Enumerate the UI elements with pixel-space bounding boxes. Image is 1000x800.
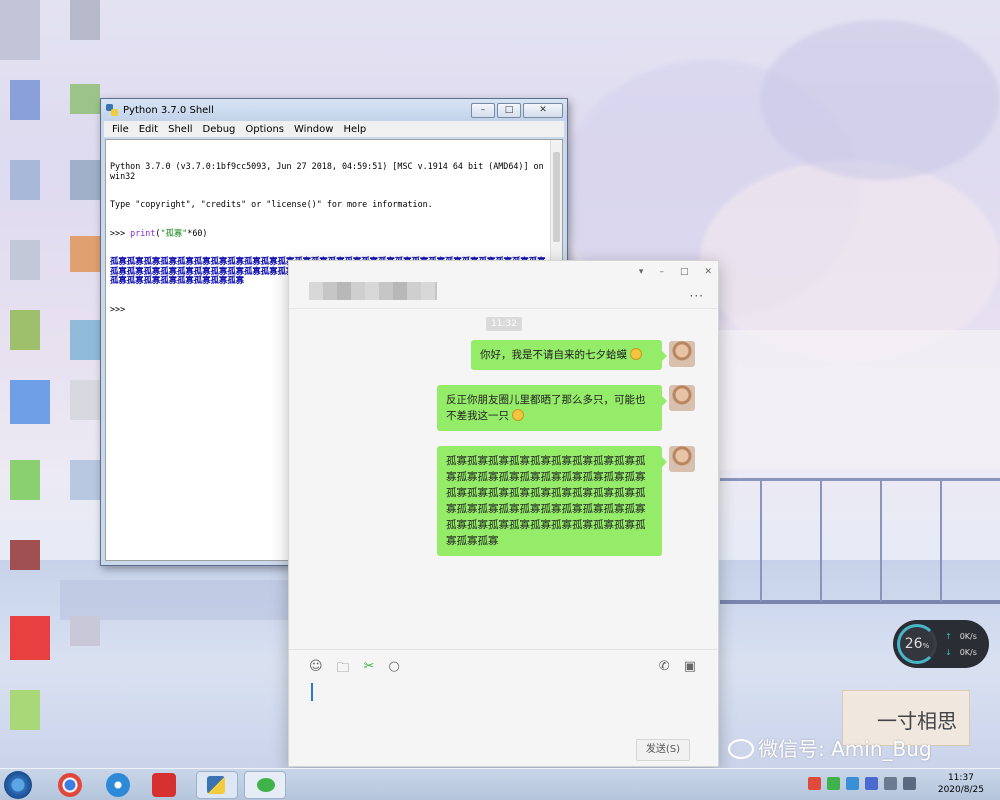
contact-name-blurred <box>309 282 437 300</box>
laugh-emoji-icon <box>630 348 643 360</box>
message-bubble[interactable]: 反正你朋友圈儿里都晒了那么多只，可能也不差我这一只 <box>437 385 667 431</box>
message-bubble[interactable]: 孤寡孤寡孤寡孤寡孤寡孤寡孤寡孤寡孤寡孤寡孤寡孤寡孤寡孤寡孤寡孤寡孤寡孤寡孤寡孤寡… <box>437 446 667 556</box>
network-speed-widget[interactable]: 26% ↑ 0K/s ↓ 0K/s <box>893 620 989 668</box>
python-logo-icon <box>106 104 118 116</box>
call-toolbar: ✆ ▣ <box>659 659 696 674</box>
wallpaper-railing-post <box>820 478 822 602</box>
minimize-button[interactable]: – <box>471 102 495 118</box>
scissors-icon[interactable]: ✂ <box>364 659 375 681</box>
window-controls: ▾ – □ ✕ <box>639 267 712 277</box>
taskbar-python-button[interactable] <box>196 771 238 799</box>
shield-icon[interactable] <box>865 777 878 790</box>
taskbar: 11:37 2020/8/25 <box>0 768 1000 800</box>
network-icon[interactable] <box>884 777 897 790</box>
stamp-text: 一寸相思 <box>877 709 957 733</box>
pin-icon[interactable]: ▾ <box>639 267 644 277</box>
upload-value: 0K/s <box>959 632 977 641</box>
wallpaper-railing <box>720 600 1000 604</box>
maximize-button[interactable]: □ <box>497 102 521 118</box>
chrome-icon[interactable] <box>58 773 82 797</box>
start-button[interactable] <box>4 771 32 799</box>
download-value: 0K/s <box>959 648 977 657</box>
taskbar-wechat-button[interactable] <box>244 771 286 799</box>
more-options-button[interactable]: ··· <box>690 289 704 303</box>
laugh-emoji-icon <box>512 409 525 421</box>
upload-speed: ↑ 0K/s <box>945 632 977 641</box>
wechat-tray-icon[interactable] <box>827 777 840 790</box>
avatar[interactable] <box>669 385 695 411</box>
wechat-chat-window[interactable]: ··· ▾ – □ ✕ 11:32 你好，我是不请自来的七夕蛤蟆 反正你朋友圈儿… <box>288 260 719 767</box>
input-divider <box>289 649 718 650</box>
watermark: 微信号: Amin_Bug <box>728 733 932 762</box>
system-clock[interactable]: 11:37 2020/8/25 <box>938 772 984 796</box>
security-icon[interactable] <box>846 777 859 790</box>
menu-file[interactable]: File <box>112 124 129 135</box>
usage-percent-unit: % <box>922 642 930 650</box>
python-menubar: File Edit Shell Debug Options Window Hel… <box>104 121 564 137</box>
scrollbar-thumb[interactable] <box>553 152 560 242</box>
send-button[interactable]: 发送(S) <box>636 739 690 761</box>
command-line: >>> print("孤寡"*60) <box>110 227 550 239</box>
message-bubble[interactable]: 你好，我是不请自来的七夕蛤蟆 <box>471 340 667 370</box>
wallpaper-cloud <box>760 20 1000 180</box>
text-cursor[interactable] <box>311 683 313 701</box>
message-timestamp: 11:32 <box>486 317 522 331</box>
clock-date: 2020/8/25 <box>937 785 984 795</box>
message-text: 孤寡孤寡孤寡孤寡孤寡孤寡孤寡孤寡孤寡孤寡孤寡孤寡孤寡孤寡孤寡孤寡孤寡孤寡孤寡孤寡… <box>446 455 646 547</box>
system-tray <box>808 777 916 790</box>
message-text: 反正你朋友圈儿里都晒了那么多只，可能也不差我这一只 <box>446 394 646 422</box>
menu-edit[interactable]: Edit <box>139 124 158 135</box>
menu-debug[interactable]: Debug <box>203 124 236 135</box>
minimize-button[interactable]: – <box>659 267 664 277</box>
video-call-icon[interactable]: ▣ <box>684 659 696 674</box>
wallpaper-railing-post <box>760 478 762 602</box>
banner-line: Python 3.7.0 (v3.7.0:1bf9cc5093, Jun 27 … <box>110 161 549 181</box>
wallpaper-floor-shade <box>60 580 320 620</box>
menu-options[interactable]: Options <box>245 124 284 135</box>
avatar[interactable] <box>669 341 695 367</box>
wallpaper-railing-post <box>880 478 882 602</box>
command-keyword: print <box>130 227 156 238</box>
menu-window[interactable]: Window <box>294 124 333 135</box>
download-arrow-icon: ↓ <box>945 648 952 657</box>
netease-music-icon[interactable] <box>152 773 176 797</box>
wallpaper-railing <box>720 478 1000 481</box>
emoji-icon[interactable]: ☺ <box>309 659 323 681</box>
volume-icon[interactable] <box>903 777 916 790</box>
maximize-button[interactable]: □ <box>680 267 689 277</box>
command-string: "孤寡" <box>160 227 188 238</box>
window-title: Python 3.7.0 Shell <box>123 104 214 116</box>
usage-percent: 26 <box>904 636 923 652</box>
wechat-logo-icon <box>728 739 754 759</box>
clock-time: 11:37 <box>947 773 974 783</box>
prompt: >>> <box>110 227 131 238</box>
command-rest: *60) <box>187 227 208 238</box>
usage-gauge: 26% <box>897 624 937 664</box>
phone-icon[interactable]: ✆ <box>659 659 670 674</box>
banner-line: Type "copyright", "credits" or "license(… <box>110 199 433 209</box>
close-button[interactable]: ✕ <box>704 267 712 277</box>
watermark-text: 微信号: Amin_Bug <box>758 737 932 761</box>
download-speed: ↓ 0K/s <box>945 648 977 657</box>
internet-explorer-icon[interactable] <box>106 773 130 797</box>
upload-arrow-icon: ↑ <box>945 632 952 641</box>
chat-bubble-icon[interactable]: ○ <box>388 659 399 681</box>
antivirus-icon[interactable] <box>808 777 821 790</box>
wallpaper-railing-post <box>940 478 942 602</box>
folder-icon[interactable]: 🗀 <box>337 659 350 681</box>
message-text: 你好，我是不请自来的七夕蛤蟆 <box>480 349 627 361</box>
menu-shell[interactable]: Shell <box>168 124 192 135</box>
menu-help[interactable]: Help <box>343 124 366 135</box>
avatar[interactable] <box>669 446 695 472</box>
python-titlebar[interactable]: Python 3.7.0 Shell – □ ✕ <box>101 99 567 121</box>
close-button[interactable]: ✕ <box>523 102 563 118</box>
input-toolbar: ☺ 🗀 ✂ ○ <box>309 659 400 681</box>
